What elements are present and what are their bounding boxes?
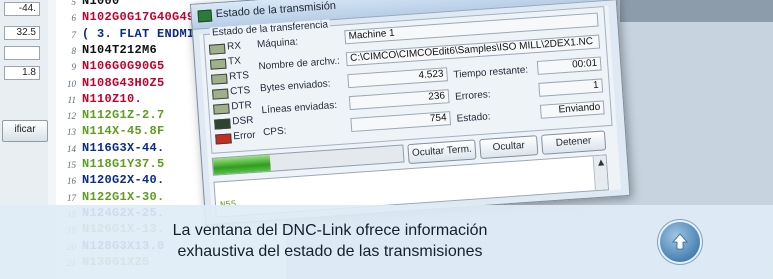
code-text: N120G2X-40. [82, 173, 165, 188]
status-value: Enviando [539, 100, 605, 119]
line-number: 10 [67, 78, 76, 89]
led-indicator-icon [210, 73, 228, 85]
code-text: N104T212M6 [82, 42, 158, 57]
modify-button[interactable]: ificar [2, 120, 48, 142]
line-number: 14 [67, 143, 76, 154]
line-number: 7 [71, 29, 77, 40]
line-number: 15 [67, 160, 76, 170]
errors-value: 1 [538, 78, 604, 97]
code-text: N106G0G90G5 [82, 59, 165, 74]
machine-label: Máquina: [256, 36, 299, 51]
code-text: N118G1Y37.5 [82, 157, 165, 171]
left-field-2[interactable]: 32.5 [4, 26, 40, 40]
code-text: N114X-45.8F [82, 124, 165, 139]
line-number: 8 [71, 45, 77, 56]
left-field-1[interactable]: -44. [4, 2, 40, 16]
led-indicator-icon [212, 88, 229, 100]
line-number: 17 [67, 192, 76, 203]
status-label: Estado: [456, 111, 491, 125]
led-label: RX [226, 40, 242, 53]
line-number: 12 [67, 111, 76, 122]
led-label: DTR [230, 99, 253, 113]
hide-terminal-button[interactable]: Ocultar Term. [407, 139, 477, 165]
code-text: N1000 [82, 0, 120, 8]
led-label: Error [232, 129, 256, 143]
right-toolbar-strip [620, 0, 773, 22]
caption-banner: La ventana del DNC-Link ofrece informaci… [0, 205, 773, 279]
line-number: 11 [67, 94, 76, 105]
line-number: 5 [71, 0, 77, 7]
stop-button[interactable]: Detener [540, 130, 607, 155]
arrow-up-circle-icon[interactable] [660, 222, 700, 262]
line-number: 16 [67, 176, 76, 187]
transfer-status-group: Estado de la transferencia RX TX RTS CTS DTR… [203, 6, 613, 154]
led-label: TX [227, 55, 242, 68]
led-indicator-icon [213, 103, 230, 115]
lines-sent-label: Líneas enviadas: [261, 100, 338, 117]
led-rts: RTS [210, 70, 249, 85]
led-indicator-icon [215, 133, 232, 145]
bytes-sent-label: Bytes enviados: [259, 78, 331, 95]
scroll-up-arrow-icon[interactable]: ▲ [598, 158, 605, 167]
led-label: CTS [229, 85, 251, 98]
remaining-time-value: 00:01 [536, 56, 602, 75]
code-text: N110Z10. [82, 91, 143, 106]
lines-sent-value: 236 [348, 89, 450, 111]
code-text: N122G1X-30. [82, 189, 165, 204]
line-number: 13 [67, 127, 76, 138]
code-text: N116G3X-44. [82, 140, 165, 155]
led-indicator-icon [214, 118, 231, 130]
led-indicator-icon [208, 43, 226, 55]
led-error: Error [215, 130, 256, 145]
terminal-scrollbar[interactable]: ▲ [592, 155, 608, 191]
transmission-status-dialog: Estado de la transmisión ? X Estado de l… [190, 0, 631, 226]
left-field-3[interactable] [4, 46, 40, 60]
line-number: 6 [71, 13, 77, 24]
led-label: RTS [228, 70, 250, 83]
left-field-4[interactable]: 1.8 [4, 66, 40, 80]
line-number: 9 [71, 62, 77, 73]
led-dtr: DTR [213, 100, 252, 115]
errors-label: Errores: [454, 89, 492, 103]
led-dsr: DSR [214, 115, 254, 130]
dialog-title: Estado de la transmisión [215, 0, 337, 21]
led-rx: RX [208, 41, 241, 55]
caption-line-2: exhaustiva del estado de las transmision… [177, 243, 483, 260]
remaining-time-label: Tiempo restante: [453, 64, 529, 81]
arrow-up-glyph-icon [672, 233, 688, 250]
led-indicator-icon [209, 58, 227, 70]
cps-value: 754 [350, 111, 452, 133]
caption-line-1: La ventana del DNC-Link ofrece informaci… [172, 222, 488, 239]
bytes-sent-value: 4.523 [347, 67, 449, 89]
cps-label: CPS: [262, 125, 287, 139]
led-tx: TX [209, 56, 241, 70]
file-name-label: Nombre de archv.: [258, 55, 341, 73]
progress-fill [212, 154, 271, 175]
hide-button[interactable]: Ocultar [479, 135, 539, 160]
led-label: DSR [231, 114, 254, 128]
led-cts: CTS [212, 85, 251, 100]
code-text: N108G43H0Z5 [82, 75, 165, 90]
dnc-app-icon [197, 9, 213, 23]
dialog-body: Estado de la transferencia RX TX RTS CTS DTR… [199, 5, 621, 218]
code-text: N112G1Z-2.7 [82, 108, 165, 123]
